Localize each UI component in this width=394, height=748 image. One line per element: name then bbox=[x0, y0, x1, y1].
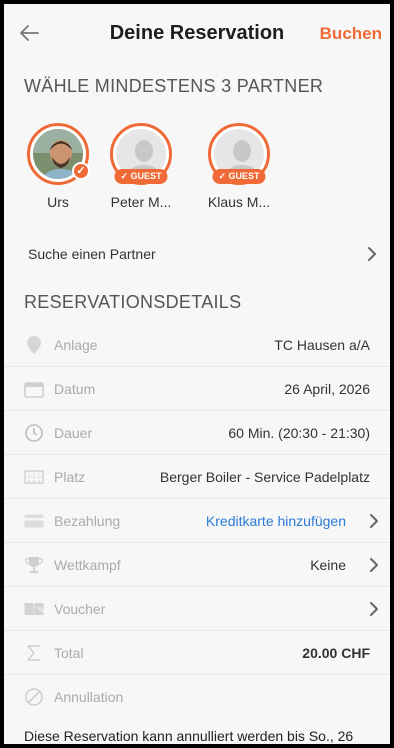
search-partner-button[interactable]: Suche einen Partner bbox=[4, 234, 390, 274]
court-icon bbox=[24, 467, 44, 487]
reservation-screen: Deine Reservation Buchen WÄHLE MINDESTEN… bbox=[4, 4, 390, 744]
detail-row-anlage: Anlage TC Hausen a/A bbox=[4, 323, 390, 367]
detail-label: Wettkampf bbox=[54, 556, 121, 573]
partner-item[interactable]: ✓ GUEST Klaus M... bbox=[190, 123, 288, 210]
back-arrow-icon[interactable] bbox=[16, 20, 42, 46]
detail-row-platz: Platz Berger Boiler - Service Padelplatz bbox=[4, 455, 390, 499]
total-value: 20.00 CHF bbox=[302, 644, 370, 661]
detail-value: Berger Boiler - Service Padelplatz bbox=[159, 468, 370, 485]
detail-value: 26 April, 2026 bbox=[284, 380, 370, 397]
avatar[interactable]: ✓ GUEST bbox=[208, 123, 270, 185]
detail-value: 60 Min. (20:30 - 21:30) bbox=[228, 424, 370, 441]
detail-label: Voucher bbox=[54, 600, 106, 617]
detail-label: Platz bbox=[54, 468, 86, 485]
detail-value: TC Hausen a/A bbox=[274, 336, 370, 353]
partner-name: Peter M... bbox=[110, 194, 172, 210]
add-credit-card-link[interactable]: Kreditkarte hinzufügen bbox=[206, 513, 346, 529]
selected-check-icon: ✓ bbox=[72, 162, 90, 180]
partner-item[interactable]: ✓ Urs bbox=[24, 123, 92, 210]
detail-label: Bezahlung bbox=[54, 512, 121, 529]
cancel-icon bbox=[24, 687, 44, 707]
details-list: Anlage TC Hausen a/A Datum 26 April, 202… bbox=[4, 323, 390, 744]
detail-label: Datum bbox=[54, 380, 96, 397]
guest-badge: ✓ GUEST bbox=[212, 169, 266, 184]
detail-label: Annullation bbox=[54, 689, 124, 705]
partner-item[interactable]: ✓ GUEST Peter M... bbox=[92, 123, 190, 210]
chevron-right-icon bbox=[368, 247, 376, 261]
detail-label: Total bbox=[54, 644, 84, 661]
location-pin-icon bbox=[24, 335, 44, 355]
book-button[interactable]: Buchen bbox=[320, 24, 382, 44]
detail-row-wettkampf[interactable]: Wettkampf Keine bbox=[4, 543, 390, 587]
cancellation-note: Diese Reservation kann annulliert werden… bbox=[24, 728, 354, 744]
detail-row-total: Total 20.00 CHF bbox=[4, 631, 390, 675]
avatar[interactable]: ✓ bbox=[27, 123, 90, 185]
credit-card-icon bbox=[24, 511, 44, 531]
detail-row-bezahlung[interactable]: Bezahlung Kreditkarte hinzufügen bbox=[4, 499, 390, 543]
clock-icon bbox=[24, 423, 44, 443]
detail-label: Dauer bbox=[54, 424, 93, 441]
avatar[interactable]: ✓ GUEST bbox=[110, 123, 172, 185]
partner-name: Klaus M... bbox=[207, 194, 271, 210]
detail-row-annullation: Annullation bbox=[4, 675, 390, 719]
chevron-right-icon bbox=[368, 601, 380, 617]
details-section-title: RESERVATIONSDETAILS bbox=[24, 292, 242, 312]
detail-row-dauer: Dauer 60 Min. (20:30 - 21:30) bbox=[4, 411, 390, 455]
search-partner-label: Suche einen Partner bbox=[28, 246, 156, 262]
partners-list: ✓ Urs ✓ GUEST Peter M... ✓ GUEST Klaus M… bbox=[4, 123, 390, 210]
voucher-icon: % bbox=[24, 599, 44, 619]
partner-name: Urs bbox=[47, 194, 69, 210]
detail-value: Keine bbox=[310, 556, 346, 573]
chevron-right-icon bbox=[368, 513, 380, 529]
detail-label: Anlage bbox=[54, 336, 98, 353]
trophy-icon bbox=[24, 555, 44, 575]
detail-row-datum: Datum 26 April, 2026 bbox=[4, 367, 390, 411]
sigma-icon bbox=[24, 643, 44, 663]
chevron-right-icon bbox=[368, 557, 380, 573]
partners-section-title: WÄHLE MINDESTENS 3 PARTNER bbox=[24, 76, 324, 96]
detail-row-voucher[interactable]: % Voucher bbox=[4, 587, 390, 631]
header: Deine Reservation Buchen bbox=[4, 4, 390, 62]
calendar-icon bbox=[24, 379, 44, 399]
page-title: Deine Reservation bbox=[109, 21, 285, 44]
guest-badge: ✓ GUEST bbox=[114, 169, 168, 184]
svg-text:%: % bbox=[37, 606, 44, 614]
